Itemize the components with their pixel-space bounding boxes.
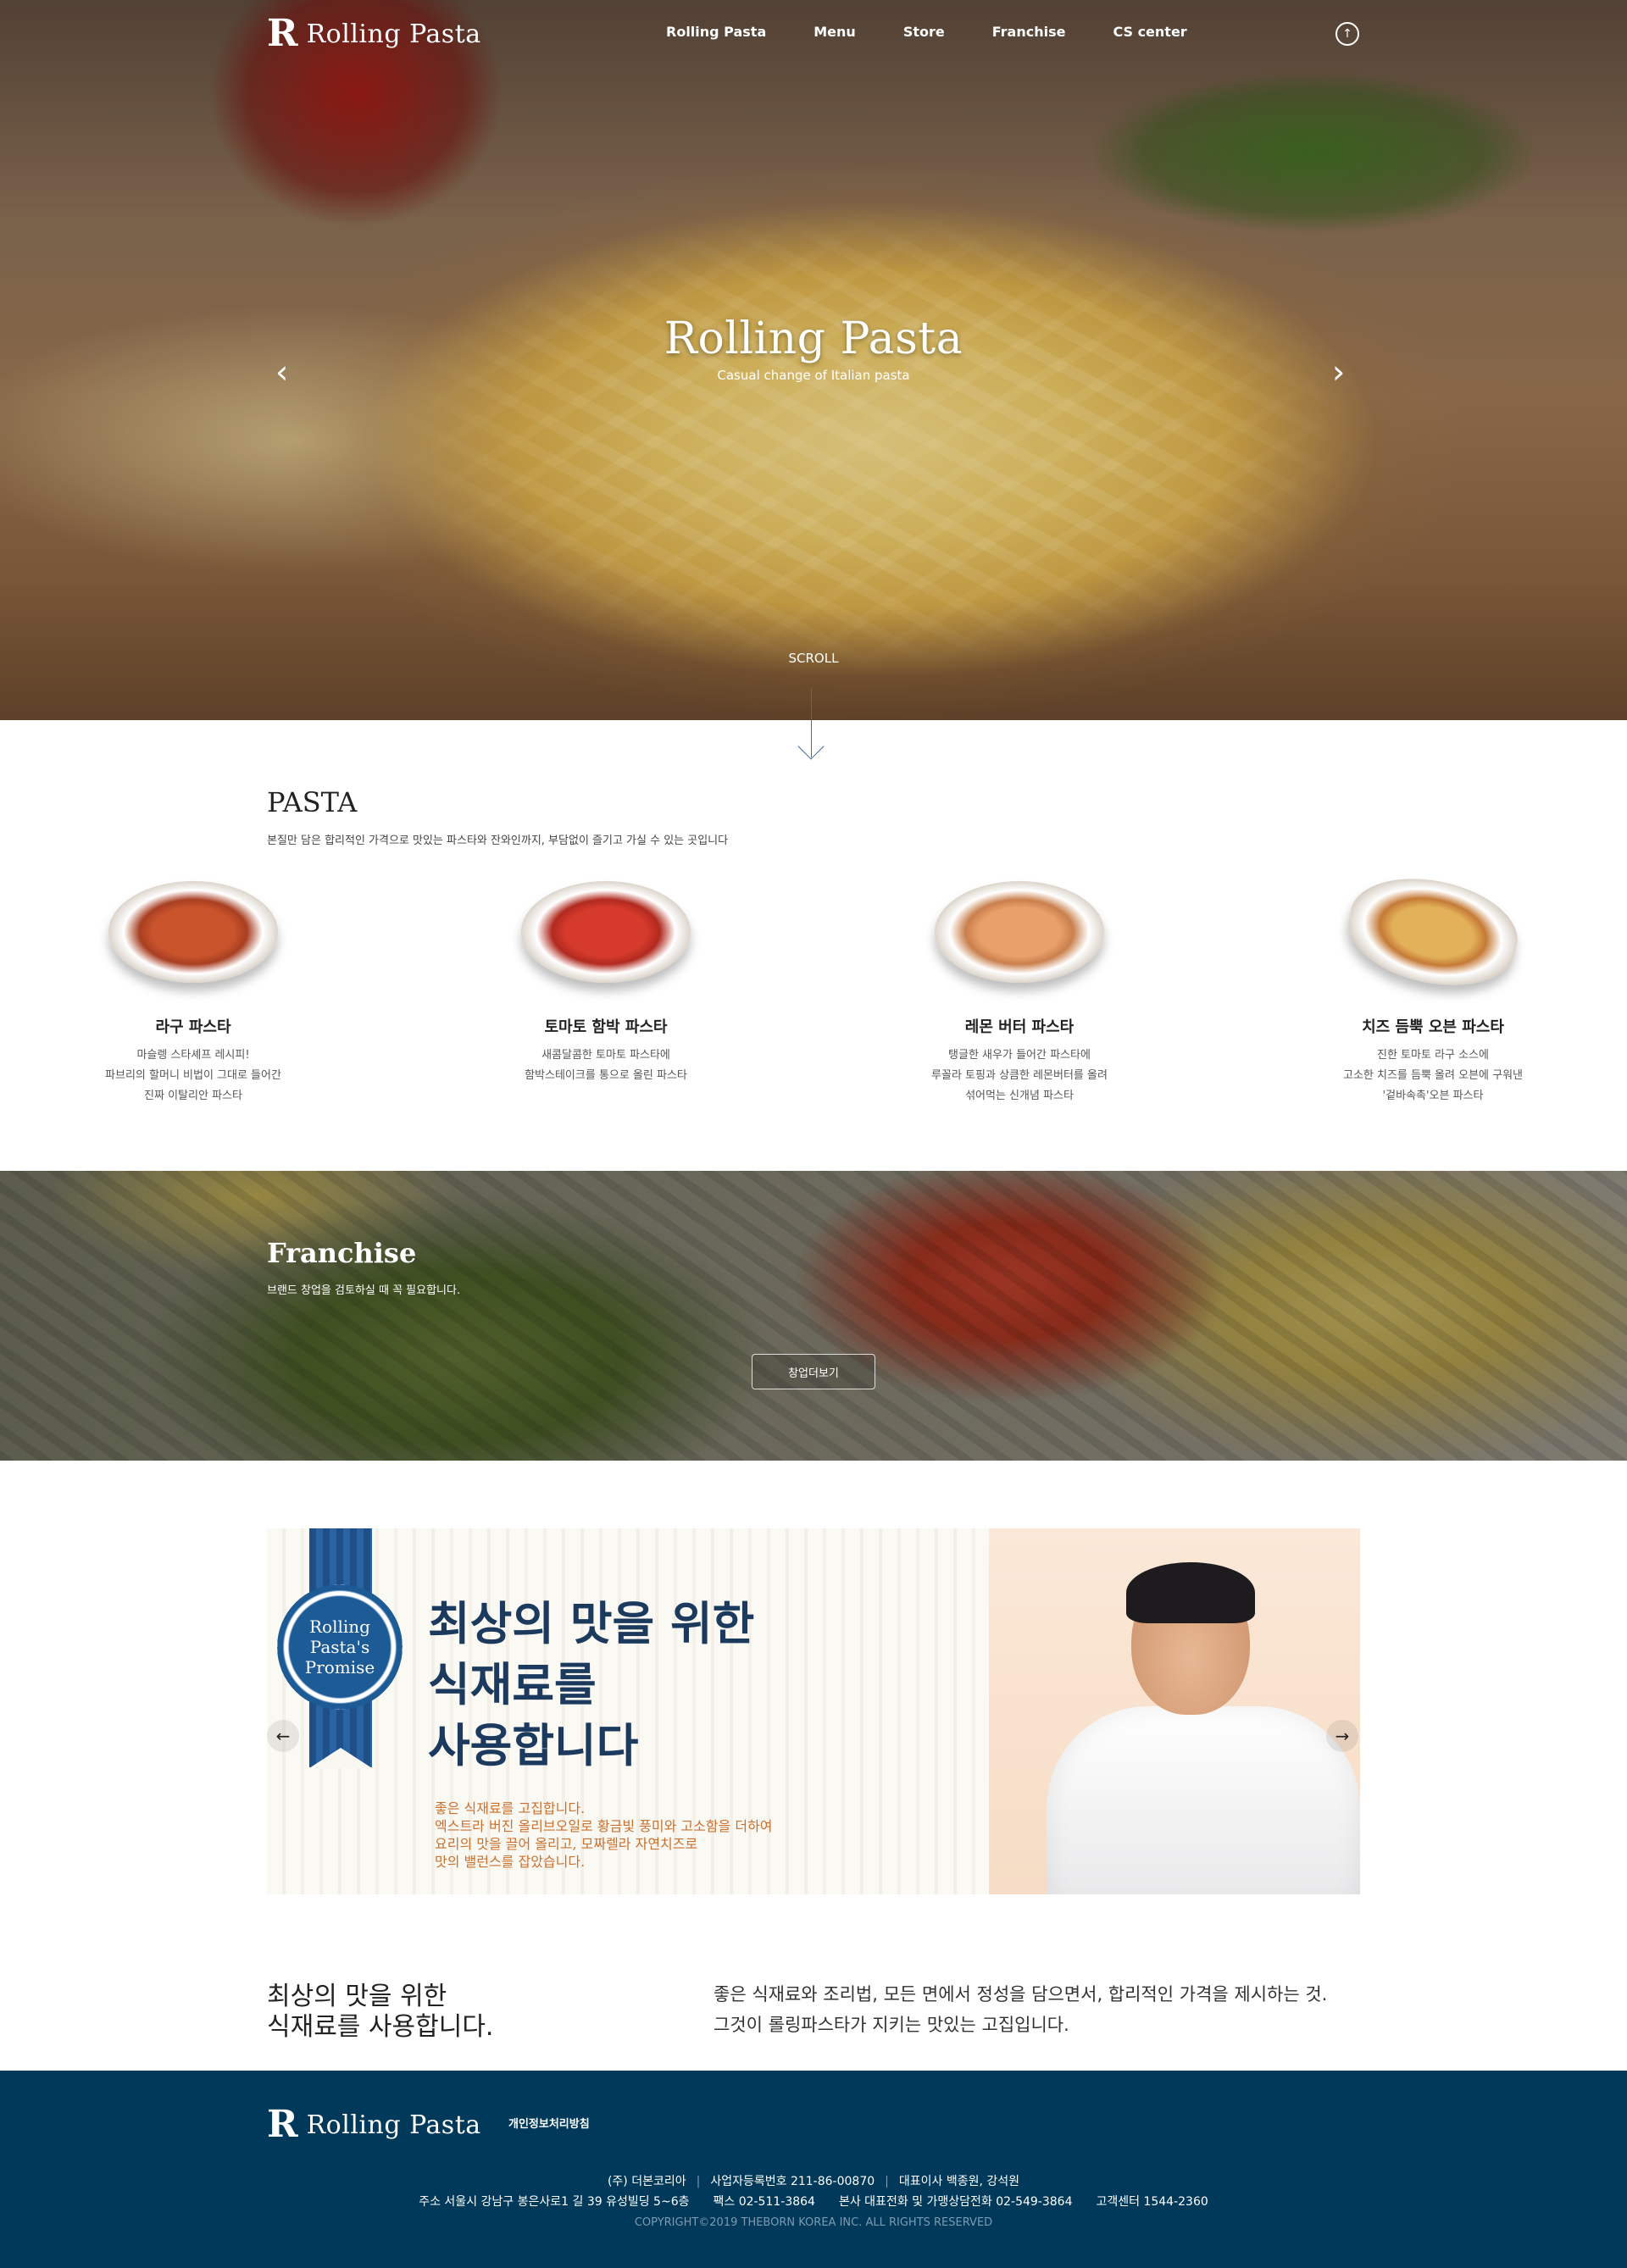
promise-text-section: 최상의 맛을 위한 식재료를 사용합니다. 좋은 식재료와 조리법, 모든 면에… — [0, 1749, 1627, 2062]
nav-item-franchise[interactable]: Franchise — [992, 24, 1066, 40]
lemon-butter-pasta-image — [935, 881, 1104, 983]
menu-card-desc: 새콤달콤한 토마토 파스타에 함박스테이크를 통으로 올린 파스타 — [525, 1049, 687, 1082]
promise-banner-section: Rolling Pasta's Promise 최상의 맛을 위한 식재료를 사… — [0, 1461, 1627, 1894]
menu-card-title: 치즈 듬뿍 오븐 파스타 — [1362, 1018, 1504, 1036]
ragu-pasta-image — [108, 881, 278, 983]
menu-card-tomato-hamburg[interactable]: 토마토 함박 파스타 새콤달콤한 토마토 파스타에 함박스테이크를 통으로 올린… — [453, 881, 758, 1086]
arrow-right-icon[interactable]: → — [1326, 1720, 1358, 1752]
tomato-hamburg-pasta-image — [521, 881, 691, 983]
main-menu: Rolling Pasta Menu Store Franchise CS ce… — [666, 24, 1187, 40]
menu-card-title: 라구 파스타 — [155, 1018, 231, 1036]
privacy-policy-link[interactable]: 개인정보처리방침 — [508, 2115, 590, 2131]
arrow-up-circle-icon[interactable]: ↑ — [1335, 22, 1359, 46]
nav-item-rolling-pasta[interactable]: Rolling Pasta — [666, 24, 766, 40]
menu-card-desc: 탱글한 새우가 들어간 파스타에 루꼴라 토핑과 상큼한 레몬버터를 올려 섞어… — [931, 1049, 1108, 1102]
pasta-subtitle: 본질만 담은 합리적인 가격으로 맛있는 파스타와 잔와인까지, 부담없이 즐기… — [267, 835, 729, 847]
franchise-subtitle: 브랜드 창업을 검토하실 때 꼭 필요합니다. — [267, 1284, 461, 1297]
promise-body: 좋은 식재료와 조리법, 모든 면에서 정성을 담으면서, 합리적인 가격을 제… — [714, 1984, 1328, 2035]
footer-logo[interactable]: R Rolling Pasta — [267, 2106, 481, 2143]
footer-company-info: (주) 더본코리아 | 사업자등록번호 211-86-00870 | 대표이사 백종원,… — [607, 2175, 1020, 2188]
nav-item-store[interactable]: Store — [903, 24, 945, 40]
menu-card-title: 토마토 함박 파스타 — [544, 1018, 668, 1036]
hero-title: Rolling Pasta — [664, 313, 963, 364]
logo[interactable]: R Rolling Pasta — [267, 15, 481, 53]
menu-card-ragu[interactable]: 라구 파스타 마슬렝 스타셰프 레시피! 파브리의 할머니 비법이 그대로 들어… — [41, 881, 346, 1106]
promise-heading: 최상의 맛을 위한 식재료를 사용합니다. — [267, 1982, 494, 2042]
franchise-title: Franchise — [267, 1237, 417, 1269]
menu-card-lemon-butter[interactable]: 레몬 버터 파스타 탱글한 새우가 들어간 파스타에 루꼴라 토핑과 상큼한 레… — [867, 881, 1172, 1106]
menu-card-desc: 진한 토마토 라구 소스에 고소한 치즈를 듬뿍 올려 오븐에 구워낸 '겉바속… — [1342, 1049, 1524, 1102]
hero-subtitle: Casual change of Italian pasta — [717, 368, 910, 383]
scroll-label[interactable]: SCROLL — [0, 651, 1627, 666]
logo-mark-icon: R — [267, 2103, 298, 2146]
logo-text: Rolling Pasta — [306, 19, 481, 49]
menu-card-desc: 마슬렝 스타셰프 레시피! 파브리의 할머니 비법이 그대로 들어간 진짜 이탈… — [105, 1049, 281, 1102]
logo-mark-icon: R — [267, 12, 298, 55]
hero-section: R Rolling Pasta Rolling Pasta Menu Store… — [0, 0, 1627, 720]
promise-seal-logo: Rolling Pasta's Promise — [277, 1584, 403, 1710]
pasta-section: PASTA 본질만 담은 합리적인 가격으로 맛있는 파스타와 잔와인까지, 부… — [0, 720, 1627, 1171]
nav-item-menu[interactable]: Menu — [814, 24, 856, 40]
footer-copyright: COPYRIGHT©2019 THEBORN KOREA INC. ALL RI… — [634, 2216, 993, 2229]
menu-card-cheese-oven[interactable]: 치즈 듬뿍 오븐 파스타 진한 토마토 라구 소스에 고소한 치즈를 듬뿍 올려… — [1280, 864, 1585, 1106]
arrow-left-icon[interactable]: ← — [267, 1720, 299, 1752]
nav-item-cs-center[interactable]: CS center — [1113, 24, 1186, 40]
franchise-more-button[interactable]: 창업더보기 — [752, 1354, 875, 1389]
franchise-section: Franchise 브랜드 창업을 검토하실 때 꼭 필요합니다. 창업더보기 — [0, 1171, 1627, 1461]
pasta-title: PASTA — [267, 786, 358, 818]
menu-card-title: 레몬 버터 파스타 — [964, 1018, 1074, 1036]
footer: R Rolling Pasta 개인정보처리방침 (주) 더본코리아 | 사업자등록… — [0, 2071, 1627, 2268]
top-nav: R Rolling Pasta Rolling Pasta Menu Store… — [0, 0, 1627, 66]
footer-contact-info: 주소 서울시 강남구 봉은사로1 길 39 유성빌딩 5~6층 팩스 02-511… — [419, 2195, 1208, 2209]
logo-text: Rolling Pasta — [306, 2110, 481, 2140]
hero-title-block: Rolling Pasta Casual change of Italian p… — [0, 313, 1627, 383]
cheese-oven-pasta-image — [1339, 864, 1527, 1000]
